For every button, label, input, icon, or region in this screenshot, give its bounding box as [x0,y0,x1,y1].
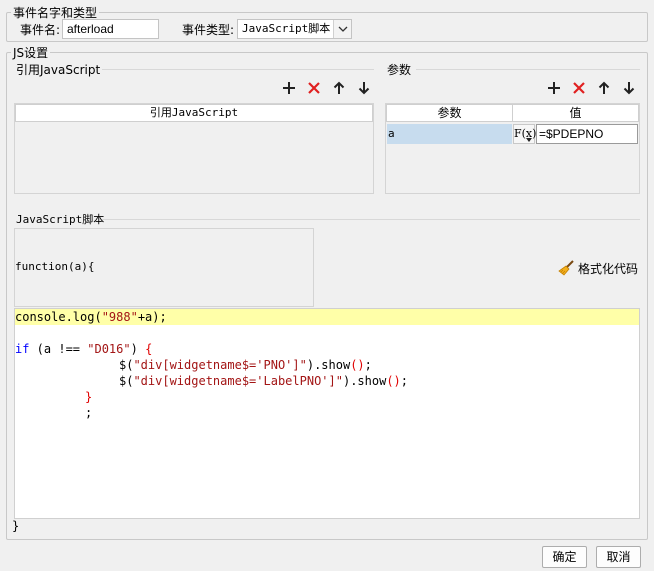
code-token: if [15,342,30,356]
ref-js-section-title: 引用JavaScript [16,63,101,77]
event-type-label: 事件类型: [182,23,235,37]
ok-button[interactable]: 确定 [542,546,587,568]
ref-js-move-down-button[interactable] [355,79,373,97]
code-line-3[interactable]: if (a !== "D016") { [15,341,152,357]
format-code-button[interactable]: 格式化代码 [558,259,638,277]
script-section-title: JavaScript脚本 [16,213,105,226]
params-header-param[interactable]: 参数 [386,104,513,122]
code-editor[interactable]: console.log("988"+a); if (a !== "D016") … [14,308,640,519]
red-x-icon [573,82,585,94]
arrow-up-icon [598,81,610,94]
chevron-down-icon[interactable] [333,20,351,38]
param-name-cell[interactable]: a [387,124,512,144]
code-line-1[interactable]: console.log("988"+a); [15,309,639,325]
params-section-title: 参数 [387,63,412,77]
ref-js-column-header[interactable]: 引用JavaScript [15,104,373,122]
code-line-5[interactable]: $("div[widgetname$='LabelPNO']").show(); [119,373,408,389]
ref-js-add-button[interactable] [280,79,298,97]
event-type-value: JavaScript脚本 [242,22,331,35]
params-add-button[interactable] [545,79,563,97]
params-table[interactable]: 参数 值 a F(x) =$PDEPNO [385,103,640,194]
params-delete-button[interactable] [570,79,588,97]
js-settings-legend: JS设置 [13,46,49,60]
function-closing-brace: } [12,519,20,533]
broom-icon [558,260,574,276]
params-move-up-button[interactable] [595,79,613,97]
params-separator [416,69,640,70]
plus-icon [548,82,560,94]
ref-js-move-up-button[interactable] [330,79,348,97]
param-value-cell[interactable]: =$PDEPNO [536,124,638,144]
cancel-button[interactable]: 取消 [596,546,641,568]
ref-js-table[interactable]: 引用JavaScript [14,103,374,194]
params-header-value[interactable]: 值 [512,104,639,122]
plus-icon [283,82,295,94]
format-code-label: 格式化代码 [578,261,639,276]
event-type-select[interactable]: JavaScript脚本 [237,19,352,39]
fx-button[interactable]: F(x) [513,124,536,144]
code-line-4[interactable]: $("div[widgetname$='PNO']").show(); [119,357,372,373]
arrow-up-icon [333,81,345,94]
event-name-input[interactable]: afterload [62,19,159,39]
ref-js-separator [102,69,374,70]
code-text: console.log("988"+a); [15,310,167,324]
params-move-down-button[interactable] [620,79,638,97]
function-signature: function(a){ [15,260,95,273]
script-separator [102,219,640,220]
code-line-7[interactable]: ; [85,405,92,421]
event-name-label: 事件名: [20,23,61,37]
table-row[interactable]: a F(x) =$PDEPNO [386,124,639,144]
code-line-6[interactable]: } [85,389,92,405]
script-signature-area: function(a){ [14,228,314,307]
red-x-icon [308,82,320,94]
arrow-down-icon [358,82,370,95]
ref-js-delete-button[interactable] [305,79,323,97]
arrow-down-icon [623,82,635,95]
